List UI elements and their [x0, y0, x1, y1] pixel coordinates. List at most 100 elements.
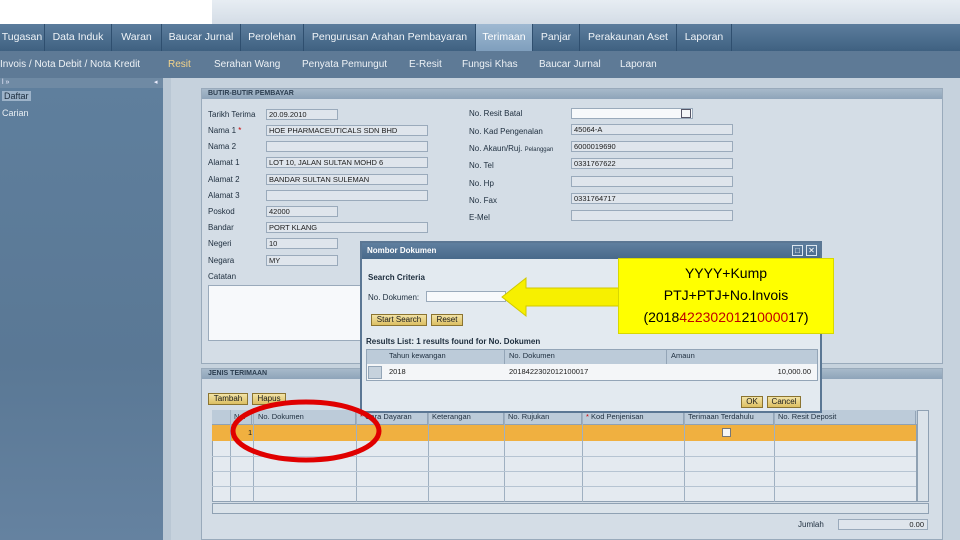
- negeri-label: Negeri: [208, 239, 232, 248]
- result-tahun[interactable]: 2018: [385, 366, 406, 378]
- subnav-penyata-pemungut[interactable]: Penyata Pemungut: [302, 51, 387, 78]
- left-panel: Daftar Carian: [0, 88, 163, 540]
- alamat2-label: Alamat 2: [208, 175, 240, 184]
- poskod-field[interactable]: 42000: [266, 206, 338, 217]
- reset-button[interactable]: Reset: [431, 314, 463, 326]
- subnav-laporan[interactable]: Laporan: [620, 51, 657, 78]
- nav-tab-perolehan[interactable]: Perolehan: [241, 24, 304, 51]
- col-dialog-no-dokumen[interactable]: No. Dokumen: [505, 350, 667, 364]
- no-dokumen-label: No. Dokumen:: [368, 293, 420, 302]
- akaun-ruj-label: No. Akaun/Ruj. Pelanggan: [469, 144, 553, 153]
- subnav-serahan-wang[interactable]: Serahan Wang: [214, 51, 280, 78]
- nav-tab-tugasan[interactable]: Tugasan: [0, 24, 45, 51]
- ok-button[interactable]: OK: [741, 396, 763, 408]
- nav-tab-data-induk[interactable]: Data Induk: [45, 24, 112, 51]
- subnav-invois[interactable]: Invois / Nota Debit / Nota Kredit: [0, 51, 140, 78]
- nav-tab-panjar[interactable]: Panjar: [533, 24, 580, 51]
- tarikh-terima-field[interactable]: 20.09.2010: [266, 109, 338, 120]
- sub-nav: Invois / Nota Debit / Nota Kredit Resit …: [0, 51, 960, 78]
- nav-tab-waran[interactable]: Waran: [112, 24, 162, 51]
- logo-area: [0, 0, 212, 26]
- result-amaun[interactable]: 10,000.00: [667, 366, 815, 378]
- collapse-arrow-icon[interactable]: ◂: [154, 78, 158, 88]
- left-item-carian[interactable]: Carian: [2, 108, 29, 118]
- subnav-e-resit[interactable]: E-Resit: [409, 51, 442, 78]
- callout-seg-invoice: 17: [788, 309, 804, 325]
- row-selector[interactable]: [368, 366, 382, 379]
- col-tahun-kewangan[interactable]: Tahun kewangan: [385, 350, 505, 364]
- nav-tab-pengurusan-arahan[interactable]: Pengurusan Arahan Pembayaran: [304, 24, 476, 51]
- jumlah-label: Jumlah: [798, 520, 824, 529]
- hp-field[interactable]: [571, 176, 733, 187]
- negara-field[interactable]: MY: [266, 255, 338, 266]
- fax-label: No. Fax: [469, 196, 498, 205]
- callout-seg-mid: 21: [741, 309, 758, 325]
- col-kod-penjenisan-text: Kod Penjenisan: [591, 412, 644, 421]
- value-help-icon[interactable]: [681, 109, 691, 118]
- left-item-daftar[interactable]: Daftar: [2, 91, 31, 101]
- main-nav: Tugasan Data Induk Waran Baucar Jurnal P…: [0, 24, 960, 51]
- grid-horizontal-scrollbar[interactable]: [212, 503, 929, 514]
- left-panel-toggle[interactable]: l »: [2, 78, 9, 88]
- tarikh-terima-label: Tarikh Terima: [208, 110, 256, 119]
- tel-field[interactable]: 0331767622: [571, 158, 733, 169]
- resit-batal-label: No. Resit Batal: [469, 109, 523, 118]
- negeri-field[interactable]: 10: [266, 238, 338, 249]
- close-icon[interactable]: ✕: [806, 245, 817, 256]
- akaun-ruj-label-text: No. Akaun/Ruj.: [469, 144, 523, 153]
- result-dokumen[interactable]: 2018422302012100017: [505, 366, 588, 378]
- akaun-ruj-field[interactable]: 6000019690: [571, 141, 733, 152]
- bandar-field[interactable]: PORT KLANG: [266, 222, 428, 233]
- nama1-label-text: Nama 1: [208, 126, 237, 135]
- callout-close: ): [803, 309, 809, 325]
- maximize-icon[interactable]: □: [792, 245, 803, 256]
- callout-seg-zeros: 0000: [757, 309, 789, 325]
- yellow-arrow-icon: [501, 276, 623, 318]
- nama2-label: Nama 2: [208, 142, 237, 151]
- catatan-label: Catatan: [208, 272, 237, 281]
- subnav-baucar-jurnal[interactable]: Baucar Jurnal: [539, 51, 601, 78]
- alamat2-field[interactable]: BANDAR SULTAN SULEMAN: [266, 174, 428, 185]
- nav-tab-terimaan[interactable]: Terimaan: [476, 24, 533, 51]
- callout-seg-year: 2018: [648, 309, 680, 325]
- nama2-field[interactable]: [266, 141, 428, 152]
- nama1-label: Nama 1 *: [208, 126, 242, 135]
- alamat1-field[interactable]: LOT 10, JALAN SULTAN MOHD 6: [266, 157, 428, 168]
- format-callout: YYYY+Kump PTJ+PTJ+No.Invois (20184223020…: [618, 258, 834, 334]
- callout-line3: (20184223020121000017): [619, 306, 833, 328]
- kad-pengenalan-field[interactable]: 45064-A: [571, 124, 733, 135]
- red-ellipse-annotation: [230, 399, 382, 463]
- kad-pengenalan-label: No. Kad Pengenalan: [469, 127, 543, 136]
- nama1-field[interactable]: HOE PHARMACEUTICALS SDN BHD: [266, 125, 428, 136]
- terimaan-terdahulu-checkbox[interactable]: [722, 428, 731, 437]
- tel-label: No. Tel: [469, 161, 494, 170]
- alamat3-label: Alamat 3: [208, 191, 240, 200]
- subnav-resit[interactable]: Resit: [168, 51, 191, 78]
- nav-tab-laporan[interactable]: Laporan: [677, 24, 732, 51]
- splitter[interactable]: [163, 78, 171, 540]
- col-amaun[interactable]: Amaun: [667, 350, 817, 364]
- emel-field[interactable]: [571, 210, 733, 221]
- bandar-label: Bandar: [208, 223, 234, 232]
- cancel-button[interactable]: Cancel: [767, 396, 801, 408]
- left-panel-header: l » ◂: [0, 78, 163, 88]
- catatan-textarea[interactable]: [208, 285, 362, 341]
- callout-seg-ptj: 42230201: [679, 309, 742, 325]
- results-list-title: Results List: 1 results found for No. Do…: [366, 337, 541, 346]
- resit-batal-field[interactable]: [571, 108, 693, 119]
- jumlah-field: 0.00: [838, 519, 928, 530]
- nav-tab-perakaunan-aset[interactable]: Perakaunan Aset: [580, 24, 677, 51]
- start-search-button[interactable]: Start Search: [371, 314, 427, 326]
- hp-label: No. Hp: [469, 179, 494, 188]
- grid-vertical-scrollbar[interactable]: [917, 410, 929, 502]
- alamat1-label: Alamat 1: [208, 158, 240, 167]
- akaun-ruj-label-small: Pelanggan: [524, 147, 554, 153]
- dialog-title: Nombor Dokumen: [362, 243, 820, 259]
- nav-tab-baucar-jurnal[interactable]: Baucar Jurnal: [162, 24, 241, 51]
- fax-field[interactable]: 0331764717: [571, 193, 733, 204]
- search-criteria-label: Search Criteria: [368, 273, 425, 282]
- kod-penjenisan-required: *: [586, 412, 589, 421]
- no-dokumen-input[interactable]: [426, 291, 506, 302]
- alamat3-field[interactable]: [266, 190, 428, 201]
- subnav-fungsi-khas[interactable]: Fungsi Khas: [462, 51, 518, 78]
